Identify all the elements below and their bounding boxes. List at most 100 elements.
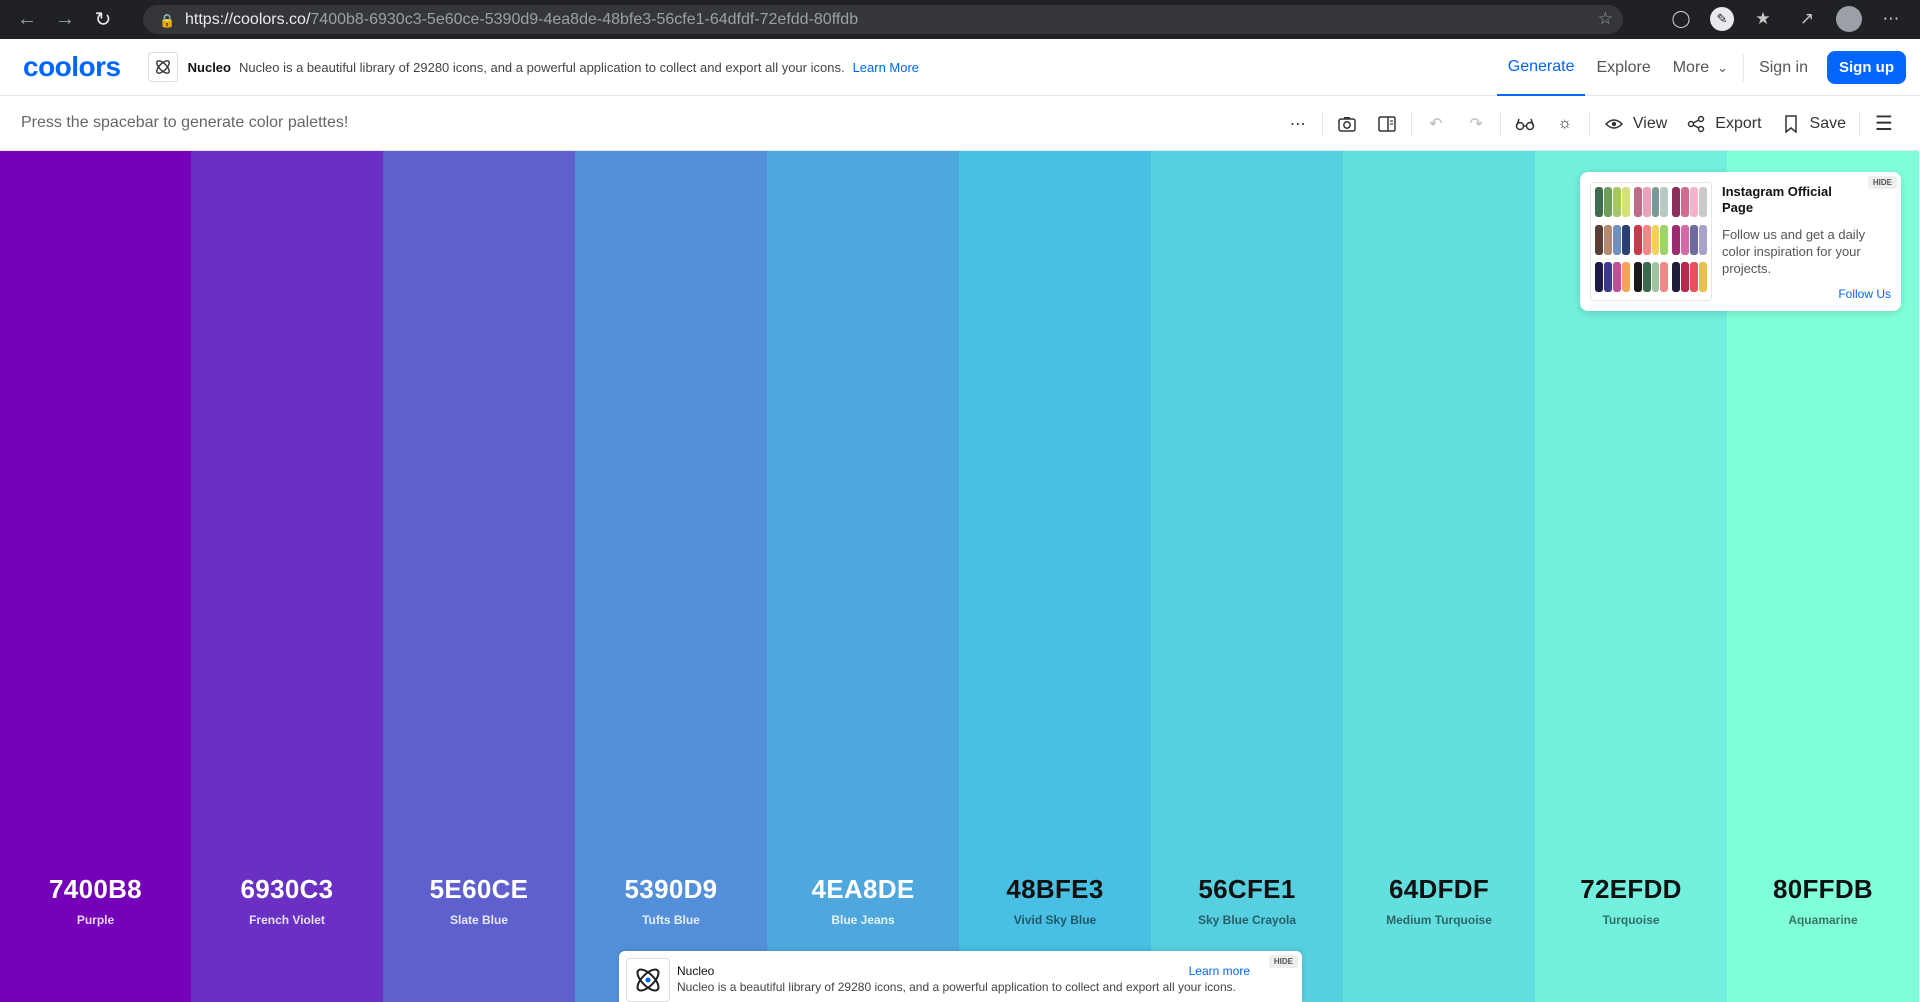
mini-swatch xyxy=(1621,187,1630,217)
instagram-hide-button[interactable]: HIDE xyxy=(1867,176,1897,189)
swatch-hex-code[interactable]: 7400B8 xyxy=(0,874,191,905)
swatch-hex-code[interactable]: 5390D9 xyxy=(575,874,767,905)
browser-menu-icon[interactable]: ⋯ xyxy=(1876,4,1906,34)
save-button[interactable]: Save xyxy=(1771,96,1855,151)
mini-palette xyxy=(1633,224,1669,255)
swatch-hex-code[interactable]: 56CFE1 xyxy=(1151,874,1343,905)
swatch-hex-code[interactable]: 72EFDD xyxy=(1535,874,1727,905)
nav-generate[interactable]: Generate xyxy=(1496,39,1586,96)
view-label: View xyxy=(1632,114,1668,132)
color-swatch[interactable]: 64DFDF Medium Turquoise xyxy=(1343,151,1535,1002)
nav-explore[interactable]: Explore xyxy=(1585,39,1661,96)
swatch-color-name[interactable]: Tufts Blue xyxy=(575,913,767,927)
nav-sign-in[interactable]: Sign in xyxy=(1748,39,1819,96)
address-bar[interactable]: 🔒 https://coolors.co/7400b8-6930c3-5e60c… xyxy=(143,5,1623,34)
mini-palette xyxy=(1672,262,1708,293)
nav-divider xyxy=(1743,53,1745,82)
profile-avatar[interactable] xyxy=(1836,6,1862,32)
mini-swatch xyxy=(1681,224,1690,255)
swatch-hex-code[interactable]: 6930C3 xyxy=(191,874,383,905)
side-panel-icon[interactable] xyxy=(1367,96,1407,151)
mini-swatch xyxy=(1633,187,1642,217)
color-swatch[interactable]: 6930C3 French Violet xyxy=(191,151,383,1002)
back-icon[interactable]: ← xyxy=(12,5,42,35)
view-button[interactable]: View xyxy=(1594,96,1676,151)
mini-swatch xyxy=(1690,262,1699,293)
mini-swatch xyxy=(1672,187,1681,217)
more-options-icon[interactable]: ⋯ xyxy=(1278,96,1318,151)
mini-swatch xyxy=(1633,224,1642,255)
mini-palette xyxy=(1633,262,1669,293)
nucleo-logo-icon[interactable] xyxy=(147,52,178,82)
favorite-star-icon[interactable]: ☆ xyxy=(1598,9,1613,29)
swatch-hex-code[interactable]: 5E60CE xyxy=(383,874,575,905)
swatch-hex-code[interactable]: 48BFE3 xyxy=(959,874,1151,905)
mini-swatch xyxy=(1690,187,1699,217)
follow-us-link[interactable]: Follow Us xyxy=(1838,287,1891,301)
mini-palette xyxy=(1672,224,1708,255)
mini-swatch xyxy=(1672,262,1681,293)
bottom-ad-hide-button[interactable]: HIDE xyxy=(1268,955,1298,968)
mini-swatch xyxy=(1651,262,1660,293)
header-nav: Generate Explore More ⌄ Sign in Sign up xyxy=(1496,39,1906,96)
glasses-icon[interactable] xyxy=(1505,96,1545,151)
share-icon[interactable]: ↗ xyxy=(1792,4,1822,34)
mini-swatch xyxy=(1595,224,1603,255)
globe-icon[interactable]: ◯ xyxy=(1666,4,1696,34)
toolbar-divider xyxy=(1499,110,1501,137)
favorites-icon[interactable]: ★ xyxy=(1748,4,1778,34)
bottom-ad-description: Nucleo is a beautiful library of 29280 i… xyxy=(677,980,1236,994)
share-nodes-icon xyxy=(1685,113,1707,135)
mini-swatch xyxy=(1699,224,1708,255)
mini-swatch xyxy=(1603,262,1612,293)
swatch-color-name[interactable]: Purple xyxy=(0,913,191,927)
mini-swatch xyxy=(1612,262,1621,293)
instagram-promo-card[interactable]: Instagram Official Page Follow us and ge… xyxy=(1580,172,1901,311)
swatch-hex-code[interactable]: 4EA8DE xyxy=(767,874,959,905)
export-button[interactable]: Export xyxy=(1676,96,1770,151)
sign-up-button[interactable]: Sign up xyxy=(1827,51,1906,84)
mini-swatch xyxy=(1690,224,1699,255)
browser-toolbar: ← → ↻ 🔒 https://coolors.co/7400b8-6930c3… xyxy=(0,0,1920,39)
swatch-color-name[interactable]: Aquamarine xyxy=(1727,913,1919,927)
mini-palette xyxy=(1595,262,1630,293)
instagram-title: Instagram Official Page xyxy=(1722,184,1832,215)
reload-icon[interactable]: ↻ xyxy=(88,5,118,35)
undo-icon[interactable]: ↶ xyxy=(1416,96,1456,151)
extension-icon[interactable]: ✎ xyxy=(1710,7,1734,31)
swatch-color-name[interactable]: Vivid Sky Blue xyxy=(959,913,1151,927)
spacebar-hint: Press the spacebar to generate color pal… xyxy=(21,114,349,131)
swatch-color-name[interactable]: Turquoise xyxy=(1535,913,1727,927)
nav-more-label: More xyxy=(1672,58,1710,76)
toolbar-divider xyxy=(1321,110,1323,137)
mini-swatch xyxy=(1699,187,1708,217)
color-swatch[interactable]: 4EA8DE Blue Jeans xyxy=(767,151,959,1002)
color-swatch[interactable]: 7400B8 Purple xyxy=(0,151,191,1002)
mini-palette xyxy=(1595,224,1630,255)
bottom-ad-banner[interactable]: Nucleo Nucleo is a beautiful library of … xyxy=(619,951,1302,1002)
swatch-color-name[interactable]: Slate Blue xyxy=(383,913,575,927)
instagram-thumbnail xyxy=(1590,182,1712,301)
mini-swatch xyxy=(1621,262,1630,293)
color-swatch[interactable]: 5E60CE Slate Blue xyxy=(383,151,575,1002)
swatch-color-name[interactable]: Sky Blue Crayola xyxy=(1151,913,1343,927)
hamburger-menu-icon[interactable]: ☰ xyxy=(1864,96,1904,151)
brightness-icon[interactable]: ☼ xyxy=(1545,96,1585,151)
forward-icon[interactable]: → xyxy=(50,5,80,35)
header-ad-learn-more-link[interactable]: Learn More xyxy=(853,60,919,75)
swatch-color-name[interactable]: French Violet xyxy=(191,913,383,927)
swatch-hex-code[interactable]: 64DFDF xyxy=(1343,874,1535,905)
bookmark-icon xyxy=(1780,113,1802,135)
camera-icon[interactable] xyxy=(1327,96,1367,151)
swatch-color-name[interactable]: Blue Jeans xyxy=(767,913,959,927)
bottom-ad-learn-more-link[interactable]: Learn more xyxy=(1189,964,1250,978)
color-swatch[interactable]: 5390D9 Tufts Blue xyxy=(575,151,767,1002)
color-swatch[interactable]: 48BFE3 Vivid Sky Blue xyxy=(959,151,1151,1002)
nav-more[interactable]: More ⌄ xyxy=(1662,39,1739,96)
swatch-hex-code[interactable]: 80FFDB xyxy=(1727,874,1919,905)
save-label: Save xyxy=(1809,114,1846,132)
coolors-logo[interactable]: coolors xyxy=(23,51,121,83)
swatch-color-name[interactable]: Medium Turquoise xyxy=(1343,913,1535,927)
color-swatch[interactable]: 56CFE1 Sky Blue Crayola xyxy=(1151,151,1343,1002)
redo-icon[interactable]: ↷ xyxy=(1456,96,1496,151)
